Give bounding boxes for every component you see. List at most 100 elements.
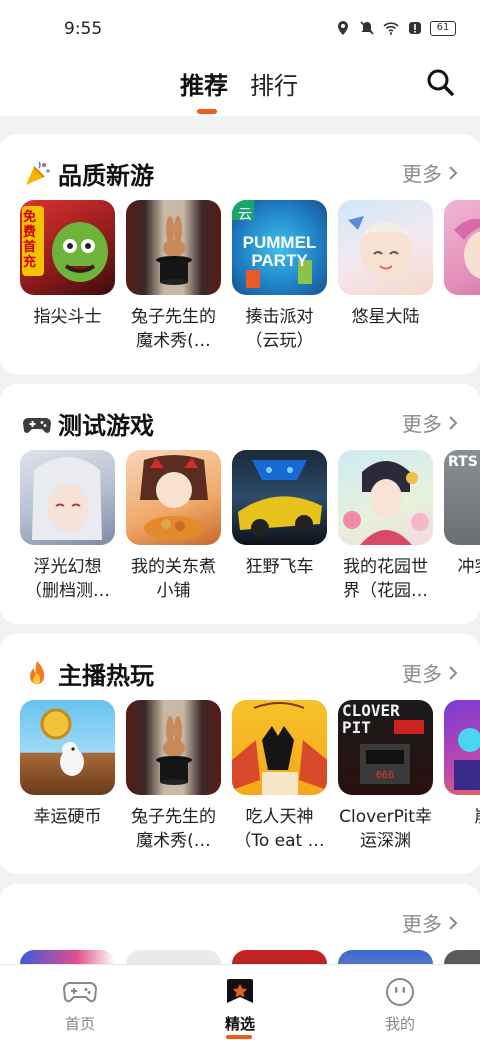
game-thumbnail bbox=[20, 450, 115, 545]
status-time: 9:55 bbox=[64, 19, 103, 39]
game-card[interactable]: 彩 bbox=[444, 200, 480, 353]
game-thumbnail bbox=[126, 700, 221, 795]
gamepad-icon bbox=[62, 982, 98, 1003]
chevron-right-icon bbox=[449, 415, 458, 430]
game-thumbnail: 免费首充 bbox=[20, 200, 115, 295]
game-thumbnail bbox=[338, 200, 433, 295]
game-card[interactable]: 云 PUMMEL PARTY 揍击派对（云玩） bbox=[232, 200, 327, 353]
chevron-right-icon bbox=[449, 165, 458, 180]
more-link[interactable]: 更多 bbox=[402, 158, 458, 187]
game-card[interactable]: 幸运硬币 bbox=[20, 700, 115, 853]
chevron-right-icon bbox=[449, 915, 458, 930]
game-name: 兔子先生的魔术秀(… bbox=[131, 307, 216, 351]
section-title: 主播热玩 bbox=[22, 656, 154, 691]
game-thumbnail bbox=[126, 450, 221, 545]
game-thumbnail bbox=[232, 450, 327, 545]
game-name: 幸运硬币 bbox=[33, 807, 102, 827]
gamepad-icon bbox=[23, 417, 51, 433]
section-title-text: 测试游戏 bbox=[58, 412, 154, 440]
nav-label: 精选 bbox=[224, 1015, 255, 1033]
nav-home[interactable]: 首页 bbox=[40, 977, 120, 1034]
game-card[interactable]: 兔子先生的魔术秀(… bbox=[126, 200, 221, 353]
nav-featured[interactable]: 精选 bbox=[200, 977, 280, 1039]
status-bar: 9:55 61 bbox=[0, 0, 480, 60]
chevron-right-icon bbox=[449, 665, 458, 680]
game-card[interactable]: 崩溃 bbox=[444, 700, 480, 853]
section-title-text: 品质新游 bbox=[58, 162, 154, 190]
game-thumbnail: CLOVER PIT 666 bbox=[338, 700, 433, 795]
star-bookmark-icon bbox=[227, 979, 253, 1003]
game-card[interactable]: RTS 冲突电战 bbox=[444, 450, 480, 603]
game-name: 指尖斗士 bbox=[33, 307, 102, 327]
active-nav-indicator bbox=[226, 1035, 252, 1039]
game-name: 兔子先生的魔术秀(… bbox=[131, 807, 216, 851]
nav-label: 我的 bbox=[384, 1015, 415, 1033]
game-card[interactable]: 悠星大陆 bbox=[338, 200, 433, 353]
nav-label: 首页 bbox=[64, 1015, 95, 1033]
section-title-text: 主播热玩 bbox=[58, 662, 154, 690]
game-art-title: RTS bbox=[448, 454, 478, 470]
top-nav: 推荐 排行 bbox=[0, 60, 480, 116]
mute-bell-icon bbox=[360, 21, 374, 35]
game-card[interactable]: 免费首充 指尖斗士 bbox=[20, 200, 115, 353]
game-thumbnail bbox=[20, 700, 115, 795]
more-link[interactable]: 更多 bbox=[402, 408, 458, 437]
game-card[interactable]: 浮光幻想（删档测… bbox=[20, 450, 115, 603]
search-icon[interactable] bbox=[424, 66, 456, 98]
section-title: 品质新游 bbox=[22, 156, 154, 191]
game-thumbnail bbox=[232, 700, 327, 795]
more-link[interactable]: 更多 bbox=[402, 908, 458, 937]
alert-icon bbox=[409, 22, 421, 34]
more-label: 更多 bbox=[402, 662, 442, 686]
game-thumbnail bbox=[338, 450, 433, 545]
game-card[interactable]: CLOVER PIT 666 CloverPit幸运深渊 bbox=[338, 700, 433, 853]
flame-icon bbox=[30, 660, 45, 684]
game-thumbnail bbox=[126, 200, 221, 295]
tab-ranking[interactable]: 排行 bbox=[250, 66, 298, 101]
section-title: 测试游戏 bbox=[22, 406, 154, 441]
game-card[interactable]: 狂野飞车 bbox=[232, 450, 327, 603]
badge: 免费首充 bbox=[23, 210, 37, 270]
more-label: 更多 bbox=[402, 912, 442, 936]
game-name: 揍击派对（云玩） bbox=[245, 307, 314, 351]
game-name: 我的关东煮小铺 bbox=[131, 557, 216, 601]
game-thumbnail bbox=[444, 200, 480, 295]
section-streamer-hot: 主播热玩 更多 幸运硬币 兔子先生的魔术秀(… 吃人天神（To eat … CL… bbox=[0, 634, 480, 874]
more-label: 更多 bbox=[402, 412, 442, 436]
svg-text:666: 666 bbox=[376, 770, 394, 781]
game-thumbnail: 云 PUMMEL PARTY bbox=[232, 200, 327, 295]
game-list: 免费首充 指尖斗士 兔子先生的魔术秀(… 云 PUMMEL PARTY 揍击派对… bbox=[20, 200, 480, 353]
game-name: 崩溃 bbox=[444, 805, 480, 853]
game-art-title: PUMMEL PARTY bbox=[242, 233, 317, 270]
wifi-icon bbox=[383, 22, 399, 35]
game-card[interactable]: 我的关东煮小铺 bbox=[126, 450, 221, 603]
game-thumbnail: RTS bbox=[444, 450, 480, 545]
active-tab-indicator bbox=[197, 109, 217, 114]
cloud-badge: 云 bbox=[238, 207, 252, 223]
game-card[interactable]: 兔子先生的魔术秀(… bbox=[126, 700, 221, 853]
game-list: 浮光幻想（删档测… 我的关东煮小铺 狂野飞车 我的花园世界（花园… RTS 冲突… bbox=[20, 450, 480, 603]
game-name: 吃人天神（To eat … bbox=[234, 807, 325, 851]
tab-recommend[interactable]: 推荐 bbox=[180, 66, 228, 101]
location-icon bbox=[338, 21, 348, 35]
game-name: 我的花园世界（花园… bbox=[343, 557, 428, 601]
game-name: 冲突电战 bbox=[457, 557, 480, 577]
section-quality-new-games: 品质新游 更多 免费首充 指尖斗士 兔子先生的魔术秀(… 云 PUMMEL PA… bbox=[0, 134, 480, 374]
game-name: 彩 bbox=[444, 305, 480, 353]
more-link[interactable]: 更多 bbox=[402, 658, 458, 687]
game-art-title: CLOVER PIT bbox=[342, 701, 400, 737]
game-card[interactable]: 吃人天神（To eat … bbox=[232, 700, 327, 853]
battery-indicator: 61 bbox=[430, 20, 456, 36]
party-popper-icon bbox=[26, 161, 50, 185]
game-name: 浮光幻想（删档测… bbox=[25, 557, 110, 601]
section-test-games: 测试游戏 更多 浮光幻想（删档测… 我的关东煮小铺 狂野飞车 我的花园世界（花园… bbox=[0, 384, 480, 624]
game-card[interactable]: 我的花园世界（花园… bbox=[338, 450, 433, 603]
game-name: 悠星大陆 bbox=[351, 307, 420, 327]
game-list: 幸运硬币 兔子先生的魔术秀(… 吃人天神（To eat … CLOVER PIT… bbox=[20, 700, 480, 853]
nav-mine[interactable]: 我的 bbox=[360, 977, 440, 1034]
game-thumbnail bbox=[444, 700, 480, 795]
bottom-nav: 首页 精选 我的 bbox=[0, 964, 480, 1040]
game-name: 狂野飞车 bbox=[245, 557, 314, 577]
status-icons: 61 bbox=[334, 20, 456, 36]
game-name: CloverPit幸运深渊 bbox=[339, 807, 432, 851]
